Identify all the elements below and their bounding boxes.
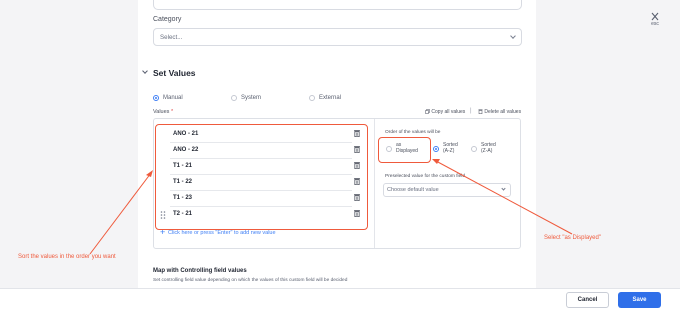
annotation-left-note: Sort the values in the order you want [18,254,116,260]
esc-label: esc [651,21,659,27]
chevron-down-icon [501,186,506,191]
add-new-value-link[interactable]: Click here or press "Enter" to add new v… [168,230,276,236]
mapping-title: Map with Controlling field values [153,268,247,274]
sorted-za-line2: (Z-A) [481,148,493,154]
mapping-subtitle: Set controlling field value depending on… [153,278,348,283]
radio-external-label: External [319,95,342,101]
radio-sorted-az[interactable] [433,146,439,152]
preselected-label: Preselected value for the custom field [385,174,465,179]
order-label: Order of the values will be [385,130,441,135]
radio-sorted-za[interactable] [471,146,477,152]
cancel-button[interactable]: Cancel [566,292,609,308]
values-divider [374,119,375,248]
radio-manual-label: Manual [163,95,183,101]
radio-manual[interactable] [153,95,159,101]
default-value-select[interactable]: Choose default value [383,183,511,197]
required-mark: * [170,109,174,115]
category-select-placeholder: Select... [160,34,183,41]
section-title: Set Values [153,68,196,78]
copy-icon [425,109,430,114]
sorted-az-line2: (A-Z) [443,148,455,154]
annotation-right-note: Select "as Displayed" [544,235,601,241]
delete-all-values-button[interactable]: Delete all values [478,109,521,115]
values-label-text: Values [153,109,170,115]
category-label: Category [153,16,182,23]
radio-external[interactable] [309,95,315,101]
radio-system-label: System [241,95,262,101]
copy-all-values-button[interactable]: Copy all values [425,109,465,115]
radio-system[interactable] [231,95,237,101]
annotation-values-highlight [155,124,368,230]
category-select[interactable]: Select... [153,28,522,46]
radio-sorted-az-label: Sorted (A-Z) [443,142,458,154]
annotation-as-displayed-highlight [378,137,431,163]
header-separator: | [470,108,472,114]
copy-all-label: Copy all values [431,109,466,115]
save-button[interactable]: Save [618,292,661,308]
radio-sorted-za-label: Sorted (Z-A) [481,142,496,154]
default-value-placeholder: Choose default value [387,187,439,193]
previous-field-input[interactable] [153,0,522,10]
delete-all-label: Delete all values [484,109,522,115]
chevron-down-icon [510,33,516,39]
trash-icon [478,109,483,114]
values-label: Values * [153,109,173,115]
